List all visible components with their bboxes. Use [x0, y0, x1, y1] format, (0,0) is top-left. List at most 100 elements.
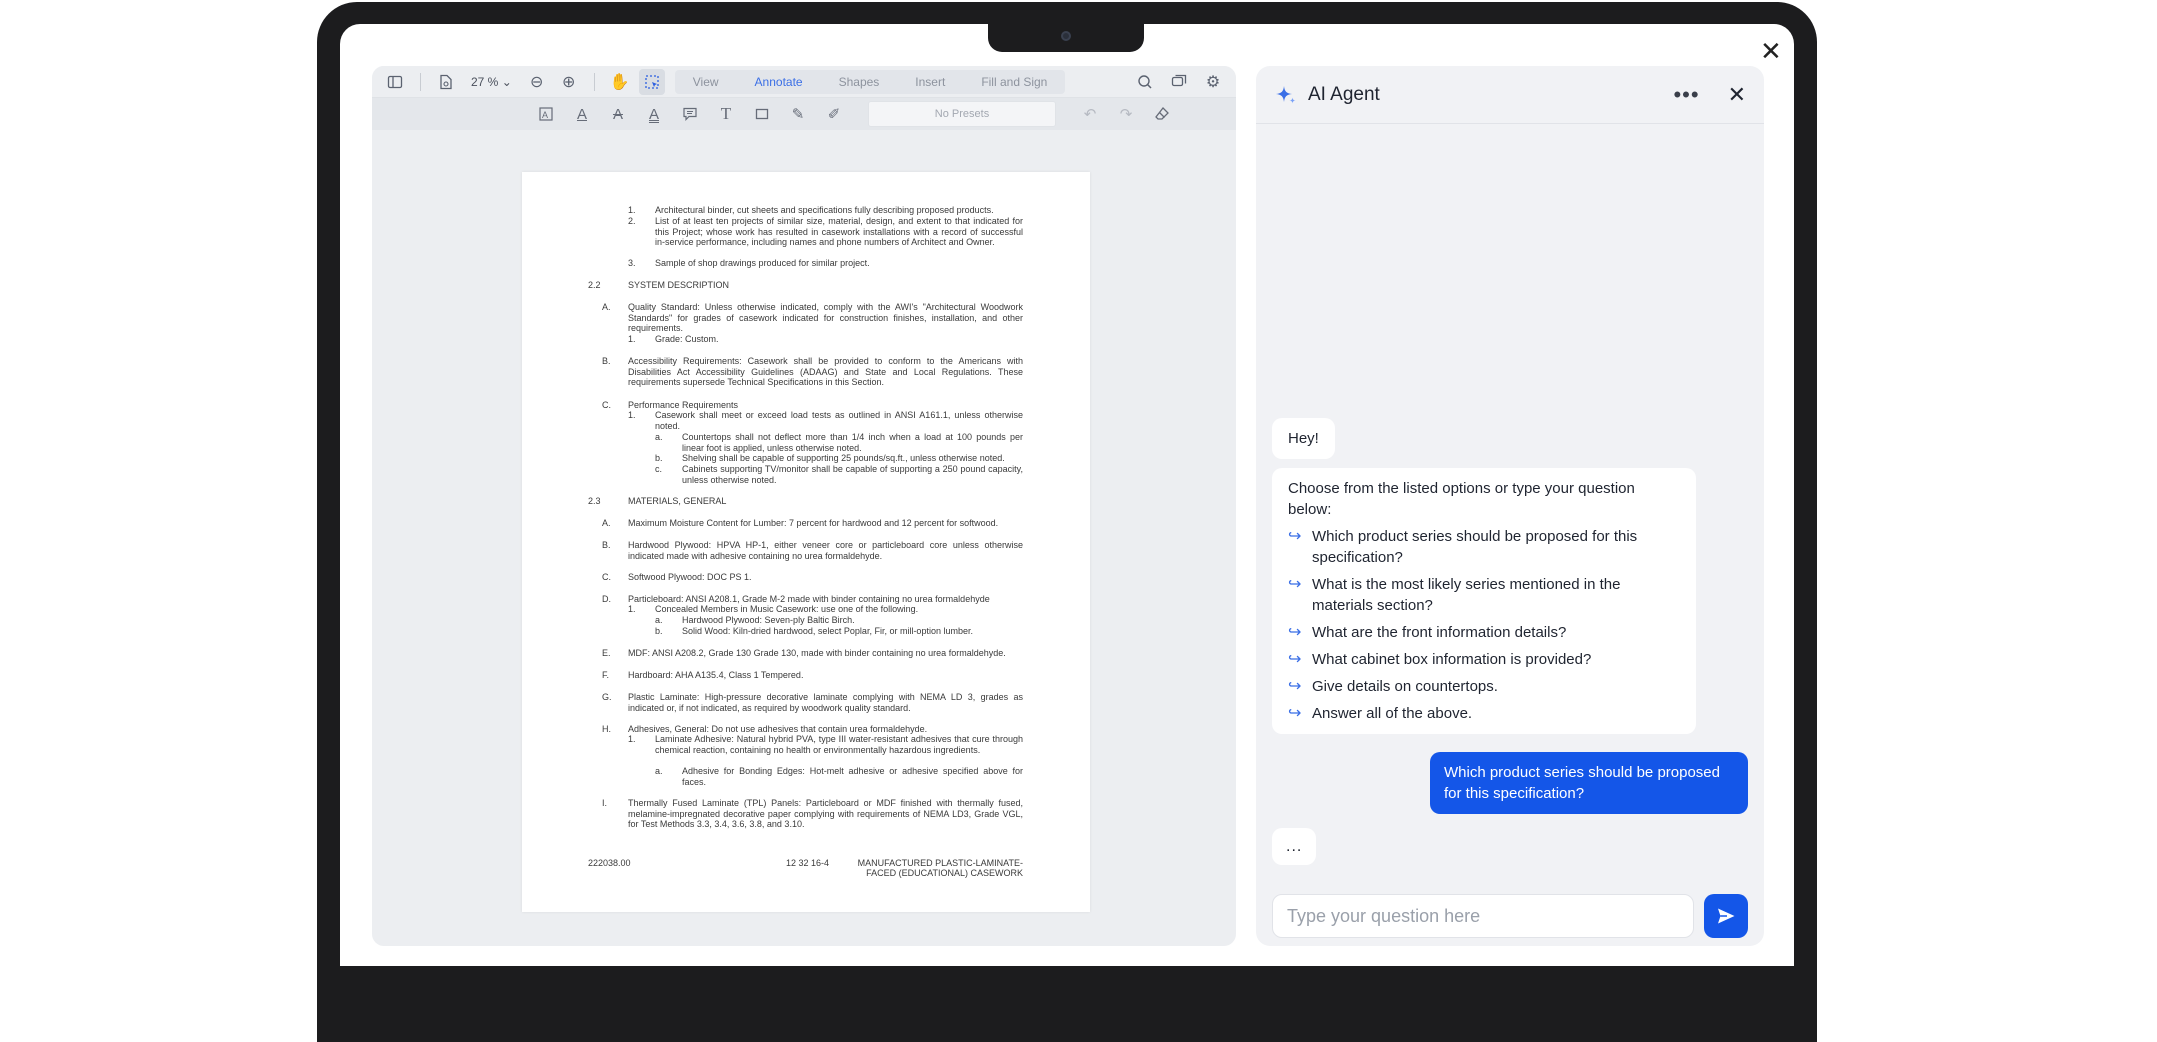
- list-number: 1.: [628, 334, 636, 344]
- paragraph-text: Countertops shall not deflect more than …: [682, 432, 1023, 453]
- question-input[interactable]: [1272, 894, 1694, 938]
- tab-annotate[interactable]: Annotate: [737, 70, 821, 94]
- pdf-viewer: 27 % ⌄ ⊖ ⊕ ✋ View Annotate Shapes Insert…: [372, 66, 1236, 946]
- paragraph-text: Quality Standard: Unless otherwise indic…: [628, 302, 1023, 334]
- list-letter: I.: [602, 798, 608, 808]
- paragraph-text: Accessibility Requirements: Casework sha…: [628, 356, 1023, 388]
- list-letter: c.: [655, 464, 663, 474]
- sparkle-icon: [1276, 85, 1296, 103]
- pen-icon[interactable]: ✎: [786, 102, 810, 126]
- comments-icon[interactable]: [1166, 69, 1192, 95]
- list-number: 3.: [628, 258, 636, 268]
- camera-notch: [988, 24, 1144, 52]
- chat-title: AI Agent: [1308, 83, 1380, 105]
- zoom-level[interactable]: 27 % ⌄: [465, 75, 518, 89]
- window-close-icon[interactable]: ✕: [1760, 38, 1782, 64]
- presets-dropdown[interactable]: No Presets: [868, 101, 1056, 127]
- tab-shapes[interactable]: Shapes: [821, 70, 898, 94]
- tab-insert[interactable]: Insert: [897, 70, 963, 94]
- zoom-in-icon[interactable]: ⊕: [556, 69, 582, 95]
- option-text: Which product series should be proposed …: [1312, 528, 1638, 566]
- paragraph-text: Plastic Laminate: High-pressure decorati…: [628, 692, 1023, 713]
- main-toolbar: 27 % ⌄ ⊖ ⊕ ✋ View Annotate Shapes Insert…: [372, 66, 1236, 98]
- list-number: 1.: [628, 604, 636, 614]
- list-letter: C.: [602, 572, 611, 582]
- redo-icon[interactable]: ↷: [1114, 102, 1138, 126]
- paragraph-text: Adhesives, General: Do not use adhesives…: [628, 724, 928, 734]
- list-letter: b.: [655, 453, 663, 463]
- laptop-base: [317, 966, 1817, 1026]
- option-text: Give details on countertops.: [1312, 678, 1498, 695]
- paragraph-text: Maximum Moisture Content for Lumber: 7 p…: [628, 518, 999, 528]
- text-tool-icon[interactable]: T: [714, 102, 738, 126]
- arrow-icon: ↪: [1288, 678, 1302, 695]
- list-letter: a.: [655, 615, 663, 625]
- paragraph-text: Solid Wood: Kiln-dried hardwood, select …: [682, 626, 973, 636]
- paragraph-text: Particleboard: ANSI A208.1, Grade M-2 ma…: [628, 594, 990, 604]
- sidebar-toggle-icon[interactable]: [382, 69, 408, 95]
- chat-header: AI Agent ••• ✕: [1256, 66, 1764, 124]
- undo-icon[interactable]: ↶: [1078, 102, 1102, 126]
- screen: ✕ 27 % ⌄ ⊖ ⊕ ✋ View Annotate Shapes Inse…: [340, 24, 1794, 966]
- paragraph-text: Shelving shall be capable of supporting …: [682, 453, 1005, 463]
- paragraph-text: Hardboard: AHA A135.4, Class 1 Tempered.: [628, 670, 804, 680]
- annotate-toolbar: A A A A T ✎ ✐ No Presets ↶ ↷: [372, 98, 1236, 130]
- options-intro: Choose from the listed options or type y…: [1288, 480, 1635, 518]
- tab-fill-and-sign[interactable]: Fill and Sign: [963, 70, 1065, 94]
- bot-greeting: Hey!: [1272, 418, 1335, 459]
- comment-icon[interactable]: [678, 102, 702, 126]
- suggested-option[interactable]: ↪ What cabinet box information is provid…: [1288, 649, 1680, 670]
- chat-actions: ••• ✕: [1673, 82, 1746, 108]
- tab-view[interactable]: View: [675, 70, 737, 94]
- pdf-page: 1. Architectural binder, cut sheets and …: [522, 172, 1090, 912]
- suggested-option[interactable]: ↪ What are the front information details…: [1288, 622, 1680, 643]
- zoom-out-icon[interactable]: ⊖: [524, 69, 550, 95]
- list-letter: a.: [655, 766, 663, 776]
- rectangle-icon[interactable]: [750, 102, 774, 126]
- option-text: What is the most likely series mentioned…: [1312, 576, 1621, 614]
- svg-text:A: A: [542, 110, 548, 120]
- option-text: What cabinet box information is provided…: [1312, 651, 1592, 668]
- footer-title-line-2: FACED (EDUCATIONAL) CASEWORK: [866, 868, 1023, 878]
- highlighter-icon[interactable]: ✐: [822, 102, 846, 126]
- suggested-option[interactable]: ↪ Which product series should be propose…: [1288, 526, 1680, 568]
- eraser-icon[interactable]: [1150, 102, 1174, 126]
- arrow-icon: ↪: [1288, 705, 1302, 722]
- list-letter: E.: [602, 648, 611, 658]
- suggested-option[interactable]: ↪ What is the most likely series mention…: [1288, 574, 1680, 616]
- section-heading: MATERIALS, GENERAL: [628, 496, 727, 506]
- select-tool-icon[interactable]: [638, 68, 665, 95]
- paragraph-text: Sample of shop drawings produced for sim…: [655, 258, 870, 268]
- suggested-option[interactable]: ↪ Give details on countertops.: [1288, 676, 1680, 697]
- paragraph-text: Cabinets supporting TV/monitor shall be …: [682, 464, 1023, 485]
- list-letter: B.: [602, 540, 611, 550]
- list-letter: G.: [602, 692, 612, 702]
- list-number: 1.: [628, 410, 636, 420]
- send-button[interactable]: [1704, 894, 1748, 938]
- close-icon[interactable]: ✕: [1728, 82, 1746, 108]
- more-options-icon[interactable]: •••: [1673, 82, 1699, 108]
- paragraph-text: Hardwood Plywood: Seven-ply Baltic Birch…: [682, 615, 855, 625]
- footer-title-line-1: MANUFACTURED PLASTIC-LAMINATE-: [857, 858, 1023, 868]
- document-icon[interactable]: [433, 69, 459, 95]
- strikethrough-icon[interactable]: A: [606, 102, 630, 126]
- underline-icon[interactable]: A: [642, 102, 666, 126]
- text-color-icon[interactable]: A: [570, 102, 594, 126]
- user-message: Which product series should be proposed …: [1430, 752, 1748, 814]
- text-box-icon[interactable]: A: [534, 102, 558, 126]
- paragraph-text: Adhesive for Bonding Edges: Hot-melt adh…: [682, 766, 1023, 787]
- list-letter: A.: [602, 518, 611, 528]
- bot-options-message: Choose from the listed options or type y…: [1272, 468, 1696, 734]
- search-icon[interactable]: [1132, 69, 1158, 95]
- settings-gear-icon[interactable]: ⚙: [1200, 69, 1226, 95]
- typing-indicator: ...: [1272, 828, 1317, 865]
- suggested-option[interactable]: ↪ Answer all of the above.: [1288, 703, 1680, 724]
- list-letter: F.: [602, 670, 610, 680]
- hand-tool-icon[interactable]: ✋: [607, 69, 633, 95]
- camera-icon: [1061, 31, 1071, 41]
- list-letter: a.: [655, 432, 663, 442]
- option-text: Answer all of the above.: [1312, 705, 1473, 722]
- zoom-value: 27 %: [471, 74, 499, 89]
- toolbar-right: ⚙: [1132, 69, 1226, 95]
- paragraph-text: Grade: Custom.: [655, 334, 719, 344]
